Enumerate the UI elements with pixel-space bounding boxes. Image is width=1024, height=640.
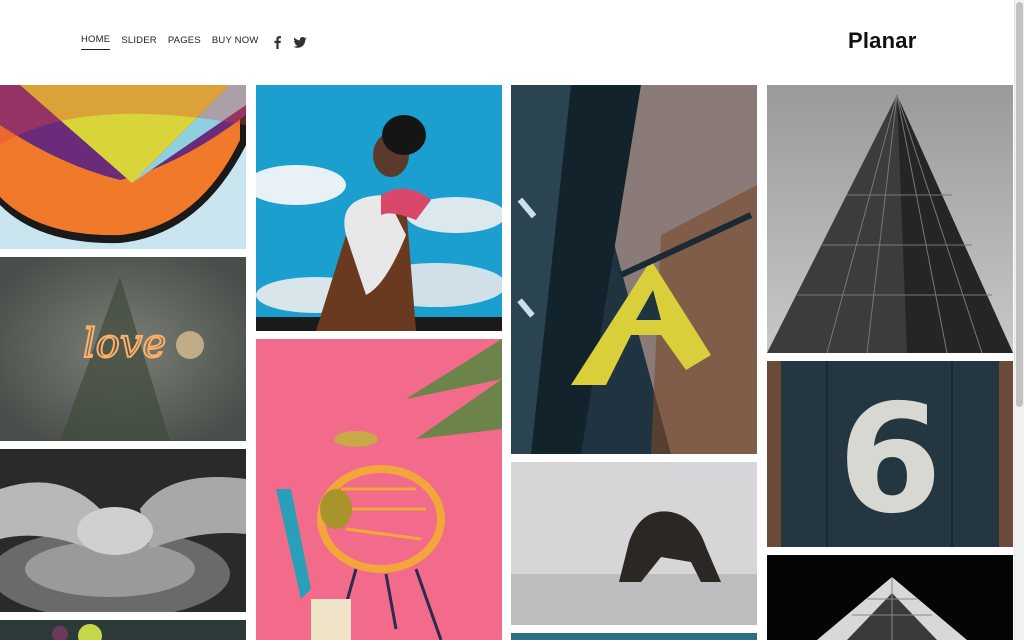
social-links xyxy=(272,35,307,49)
nav-pages[interactable]: PAGES xyxy=(168,35,201,50)
letter-a-sign-photo[interactable] xyxy=(511,85,757,454)
main-nav: HOME SLIDER PAGES BUY NOW xyxy=(81,34,307,50)
cocktail-photo[interactable] xyxy=(0,620,246,640)
nav-home[interactable]: HOME xyxy=(81,34,111,50)
scrollbar-thumb[interactable] xyxy=(1016,2,1023,407)
teal-partial-photo[interactable] xyxy=(511,633,757,640)
nav-buy-now[interactable]: BUY NOW xyxy=(212,35,259,50)
sparkler-love-photo[interactable]: love xyxy=(0,257,246,441)
skyscraper-photo[interactable] xyxy=(767,85,1013,353)
svg-text:love: love xyxy=(83,321,166,367)
facebook-icon[interactable] xyxy=(274,35,281,49)
graffiti-photo[interactable] xyxy=(0,85,246,249)
number-six-door-photo[interactable]: 6 xyxy=(767,361,1013,547)
svg-text:6: 6 xyxy=(838,373,942,547)
man-sky-photo[interactable] xyxy=(256,85,502,331)
building-night-photo[interactable] xyxy=(767,555,1013,640)
pink-chair-photo[interactable] xyxy=(256,339,502,640)
scrollbar[interactable] xyxy=(1014,0,1024,640)
twitter-icon[interactable] xyxy=(292,36,307,48)
nav-slider[interactable]: SLIDER xyxy=(121,35,157,50)
pottery-wheel-photo[interactable] xyxy=(0,449,246,612)
site-header: HOME SLIDER PAGES BUY NOW Planar xyxy=(0,0,1014,85)
site-logo[interactable]: Planar xyxy=(848,28,916,54)
sea-rock-photo[interactable] xyxy=(511,462,757,625)
